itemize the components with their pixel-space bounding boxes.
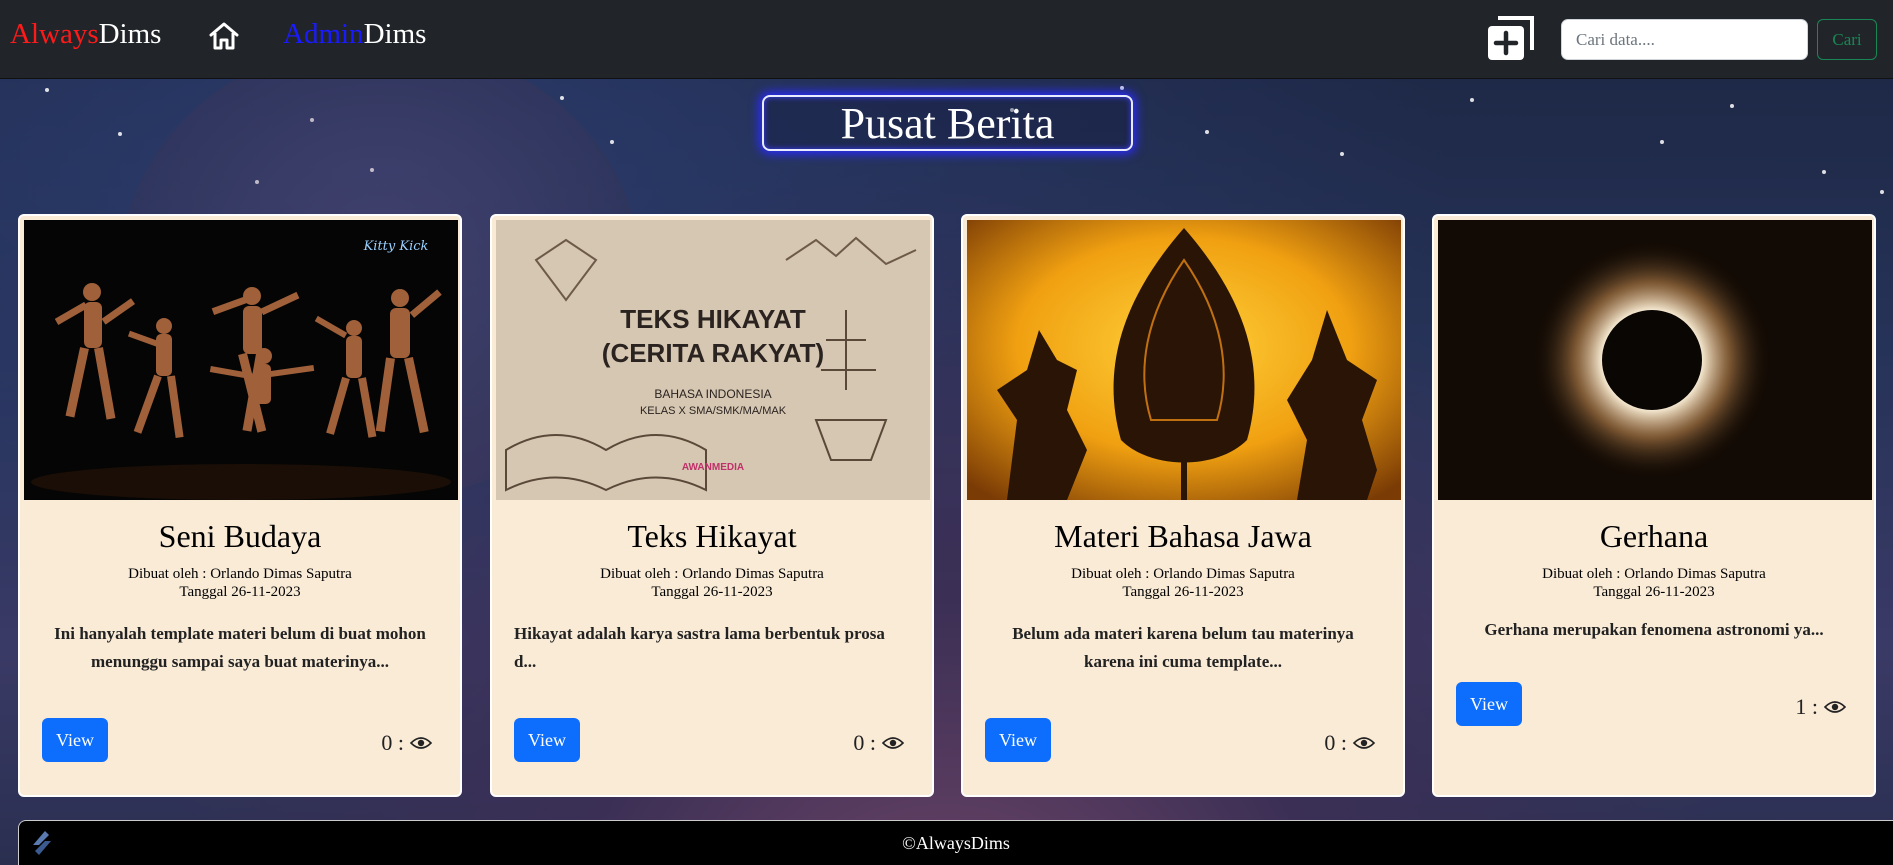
brand-logo[interactable]: AlwaysDims (10, 18, 161, 51)
eye-icon (410, 737, 432, 749)
add-copy-icon[interactable] (1484, 14, 1536, 62)
card-description: Belum ada materi karena belum tau materi… (1012, 624, 1354, 671)
card-title: Gerhana (1599, 518, 1709, 554)
card-title: Teks Hikayat (627, 518, 797, 554)
eye-icon (882, 737, 904, 749)
card-image-dance: Kitty Kick (24, 220, 458, 500)
admin-part-admin: Admin (283, 18, 364, 50)
card-title: Seni Budaya (158, 518, 322, 554)
view-count-value: 0 : (853, 730, 876, 755)
watermark-kitty-kick: Kitty Kick (363, 239, 429, 254)
card-author: Dibuat oleh : Orlando Dimas Saputra (1542, 566, 1766, 582)
footer: ©AlwaysDims (18, 820, 1893, 865)
search-input[interactable] (1561, 19, 1808, 60)
view-count: 0 : (1324, 730, 1375, 756)
view-count-value: 0 : (381, 730, 404, 755)
card-author: Dibuat oleh : Orlando Dimas Saputra (128, 566, 352, 582)
card-author: Dibuat oleh : Orlando Dimas Saputra (600, 566, 824, 582)
view-button[interactable]: View (985, 718, 1051, 762)
view-count-value: 0 : (1324, 730, 1347, 755)
eye-icon (1824, 701, 1846, 713)
image-text-line1: TEKS HIKAYAT (620, 304, 806, 334)
card-description: Hikayat adalah karya sastra lama berbent… (514, 624, 885, 671)
news-card: Gerhana Dibuat oleh : Orlando Dimas Sapu… (1432, 214, 1876, 797)
image-text-line3: BAHASA INDONESIA (654, 387, 771, 401)
card-date: Tanggal 26-11-2023 (179, 584, 301, 600)
footer-logo-icon (33, 831, 51, 855)
view-count-value: 1 : (1795, 694, 1818, 719)
card-description: Gerhana merupakan fenomena astronomi ya.… (1484, 620, 1824, 639)
image-text-line5: AWANMEDIA (682, 462, 744, 473)
news-card: Kitty Kick Seni Budaya Dibuat oleh : Orl… (18, 214, 462, 797)
card-title: Materi Bahasa Jawa (1054, 518, 1312, 554)
home-icon[interactable] (208, 20, 240, 52)
page-title: Pusat Berita (840, 98, 1055, 148)
card-image-hikayat: TEKS HIKAYAT (CERITA RAKYAT) BAHASA INDO… (496, 220, 930, 500)
view-count: 1 : (1795, 694, 1846, 720)
card-author: Dibuat oleh : Orlando Dimas Saputra (1071, 566, 1295, 582)
footer-copyright: ©AlwaysDims (902, 832, 1010, 853)
admin-part-dims: Dims (363, 18, 427, 50)
search-button[interactable]: Cari (1817, 19, 1877, 60)
view-button[interactable]: View (514, 718, 580, 762)
brand-part-dims: Dims (98, 18, 162, 50)
admin-link[interactable]: AdminDims (283, 18, 426, 51)
top-navbar: AlwaysDims AdminDims Cari (0, 0, 1893, 79)
brand-part-always: Always (10, 18, 99, 50)
image-text-line2: (CERITA RAKYAT) (602, 338, 824, 368)
card-date: Tanggal 26-11-2023 (651, 584, 773, 600)
eye-icon (1353, 737, 1375, 749)
image-text-line4: KELAS X SMA/SMK/MA/MAK (640, 405, 787, 417)
card-image-wayang (967, 220, 1401, 500)
view-count: 0 : (381, 730, 432, 756)
view-count: 0 : (853, 730, 904, 756)
card-date: Tanggal 26-11-2023 (1122, 584, 1244, 600)
news-card: TEKS HIKAYAT (CERITA RAKYAT) BAHASA INDO… (490, 214, 934, 797)
news-card: Materi Bahasa Jawa Dibuat oleh : Orlando… (961, 214, 1405, 797)
view-button[interactable]: View (42, 718, 108, 762)
page-title-box: Pusat Berita (762, 95, 1133, 151)
card-date: Tanggal 26-11-2023 (1593, 584, 1715, 600)
card-image-eclipse (1438, 220, 1872, 500)
view-button[interactable]: View (1456, 682, 1522, 726)
card-description: Ini hanyalah template materi belum di bu… (54, 624, 426, 671)
